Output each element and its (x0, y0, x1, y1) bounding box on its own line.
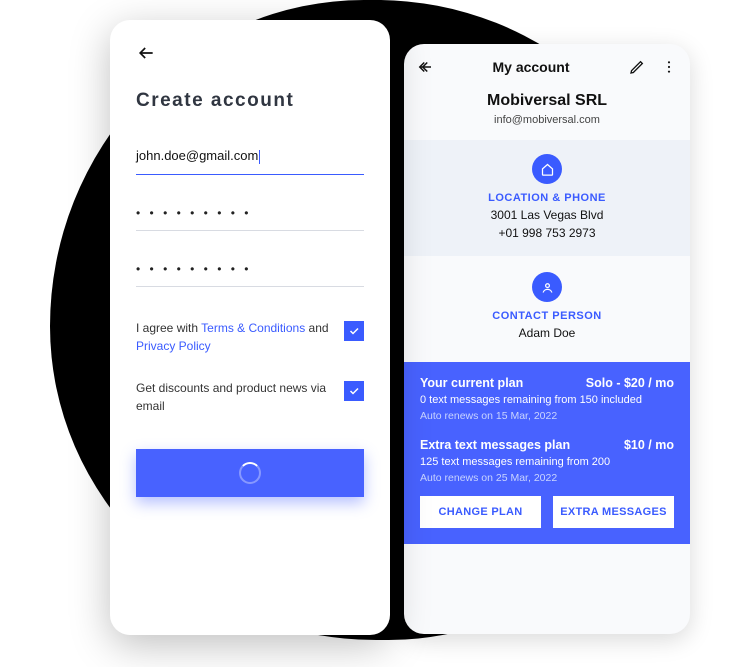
more-icon[interactable] (660, 58, 678, 76)
terms-consent-row: I agree with Terms & Conditions and Priv… (136, 319, 364, 355)
company-block: Mobiversal SRL info@mobiversal.com (404, 92, 690, 126)
contact-name: Adam Doe (404, 326, 690, 340)
extra-messages-button[interactable]: EXTRA MESSAGES (553, 496, 674, 528)
email-value: john.doe@gmail.com (136, 148, 258, 163)
plan1-renew: Auto renews on 15 Mar, 2022 (420, 410, 674, 422)
password-field[interactable]: • • • • • • • • • (136, 197, 364, 231)
marketing-consent-text: Get discounts and product news via email (136, 379, 332, 415)
email-field[interactable]: john.doe@gmail.com (136, 140, 364, 175)
terms-prefix: I agree with (136, 321, 201, 335)
plan2-title: Extra text messages plan (420, 438, 570, 452)
terms-mid: and (305, 321, 328, 335)
account-topbar: My account (404, 44, 690, 86)
company-name: Mobiversal SRL (404, 92, 690, 110)
password-mask: • • • • • • • • • (136, 206, 251, 220)
confirm-password-field[interactable]: • • • • • • • • • (136, 253, 364, 287)
terms-consent-text: I agree with Terms & Conditions and Priv… (136, 319, 332, 355)
plan1-sub: 0 text messages remaining from 150 inclu… (420, 394, 674, 406)
terms-link[interactable]: Terms & Conditions (201, 321, 305, 335)
plans-block: Your current plan Solo - $20 / mo 0 text… (404, 362, 690, 544)
marketing-consent-row: Get discounts and product news via email (136, 379, 364, 415)
loading-spinner-icon (239, 462, 261, 484)
contact-label: CONTACT PERSON (404, 310, 690, 322)
account-title: My account (492, 59, 569, 75)
person-icon (532, 272, 562, 302)
account-screen: My account Mobiversal SRL info@mobiversa… (404, 44, 690, 634)
plan2-sub: 125 text messages remaining from 200 (420, 456, 674, 468)
submit-button[interactable] (136, 449, 364, 497)
plan2-renew: Auto renews on 25 Mar, 2022 (420, 472, 674, 484)
edit-icon[interactable] (628, 58, 646, 76)
home-icon (532, 154, 562, 184)
change-plan-button[interactable]: CHANGE PLAN (420, 496, 541, 528)
back-arrow-icon[interactable] (416, 58, 434, 76)
text-cursor (259, 150, 260, 164)
page-title: Create account (136, 90, 364, 112)
marketing-checkbox[interactable] (344, 381, 364, 401)
confirm-password-mask: • • • • • • • • • (136, 262, 251, 276)
location-label: LOCATION & PHONE (404, 192, 690, 204)
plan1-price: Solo - $20 / mo (586, 376, 674, 390)
back-arrow-icon[interactable] (136, 42, 158, 64)
contact-block: CONTACT PERSON Adam Doe (404, 256, 690, 362)
create-account-screen: Create account john.doe@gmail.com • • • … (110, 20, 390, 635)
company-email: info@mobiversal.com (404, 114, 690, 126)
terms-checkbox[interactable] (344, 321, 364, 341)
location-block: LOCATION & PHONE 3001 Las Vegas Blvd +01… (404, 140, 690, 256)
plan1-title: Your current plan (420, 376, 523, 390)
plan2-price: $10 / mo (624, 438, 674, 452)
address-text: 3001 Las Vegas Blvd (404, 208, 690, 222)
privacy-link[interactable]: Privacy Policy (136, 339, 211, 353)
phone-text: +01 998 753 2973 (404, 226, 690, 240)
